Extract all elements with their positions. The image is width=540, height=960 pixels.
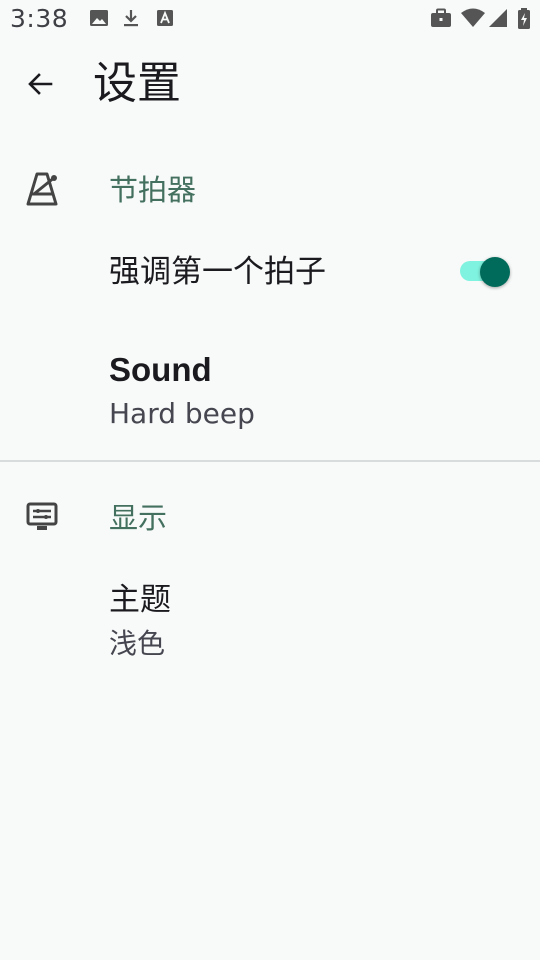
switch-thumb[interactable] — [480, 257, 510, 287]
display-settings-icon — [26, 501, 58, 537]
download-icon — [121, 8, 141, 32]
app-bar: 设置 — [0, 44, 540, 124]
battery-charging-icon — [517, 8, 531, 34]
preference-sound[interactable]: Sound Hard beep — [0, 336, 540, 446]
preference-title: 主题 — [109, 582, 171, 618]
page-title: 设置 — [93, 58, 181, 109]
section-divider — [0, 460, 540, 462]
metronome-icon — [26, 172, 60, 210]
back-button[interactable] — [16, 62, 64, 110]
preference-summary: 浅色 — [109, 627, 166, 660]
status-clock: 3:38 — [10, 4, 69, 33]
preference-theme[interactable]: 主题 浅色 — [0, 566, 540, 676]
preference-summary: Hard beep — [109, 397, 255, 430]
category-title: 显示 — [109, 501, 168, 535]
preference-title: 强调第一个拍子 — [109, 254, 326, 290]
preference-accent-first-beat[interactable]: 强调第一个拍子 — [0, 236, 540, 326]
preference-title: Sound — [109, 351, 212, 388]
signal-icon — [488, 8, 508, 32]
wifi-icon — [460, 8, 486, 32]
briefcase-icon — [430, 8, 452, 32]
font-icon — [155, 8, 175, 32]
status-bar: 3:38 — [0, 0, 540, 44]
arrow-back-icon — [26, 70, 54, 102]
category-title: 节拍器 — [109, 173, 197, 207]
image-icon — [89, 8, 109, 32]
